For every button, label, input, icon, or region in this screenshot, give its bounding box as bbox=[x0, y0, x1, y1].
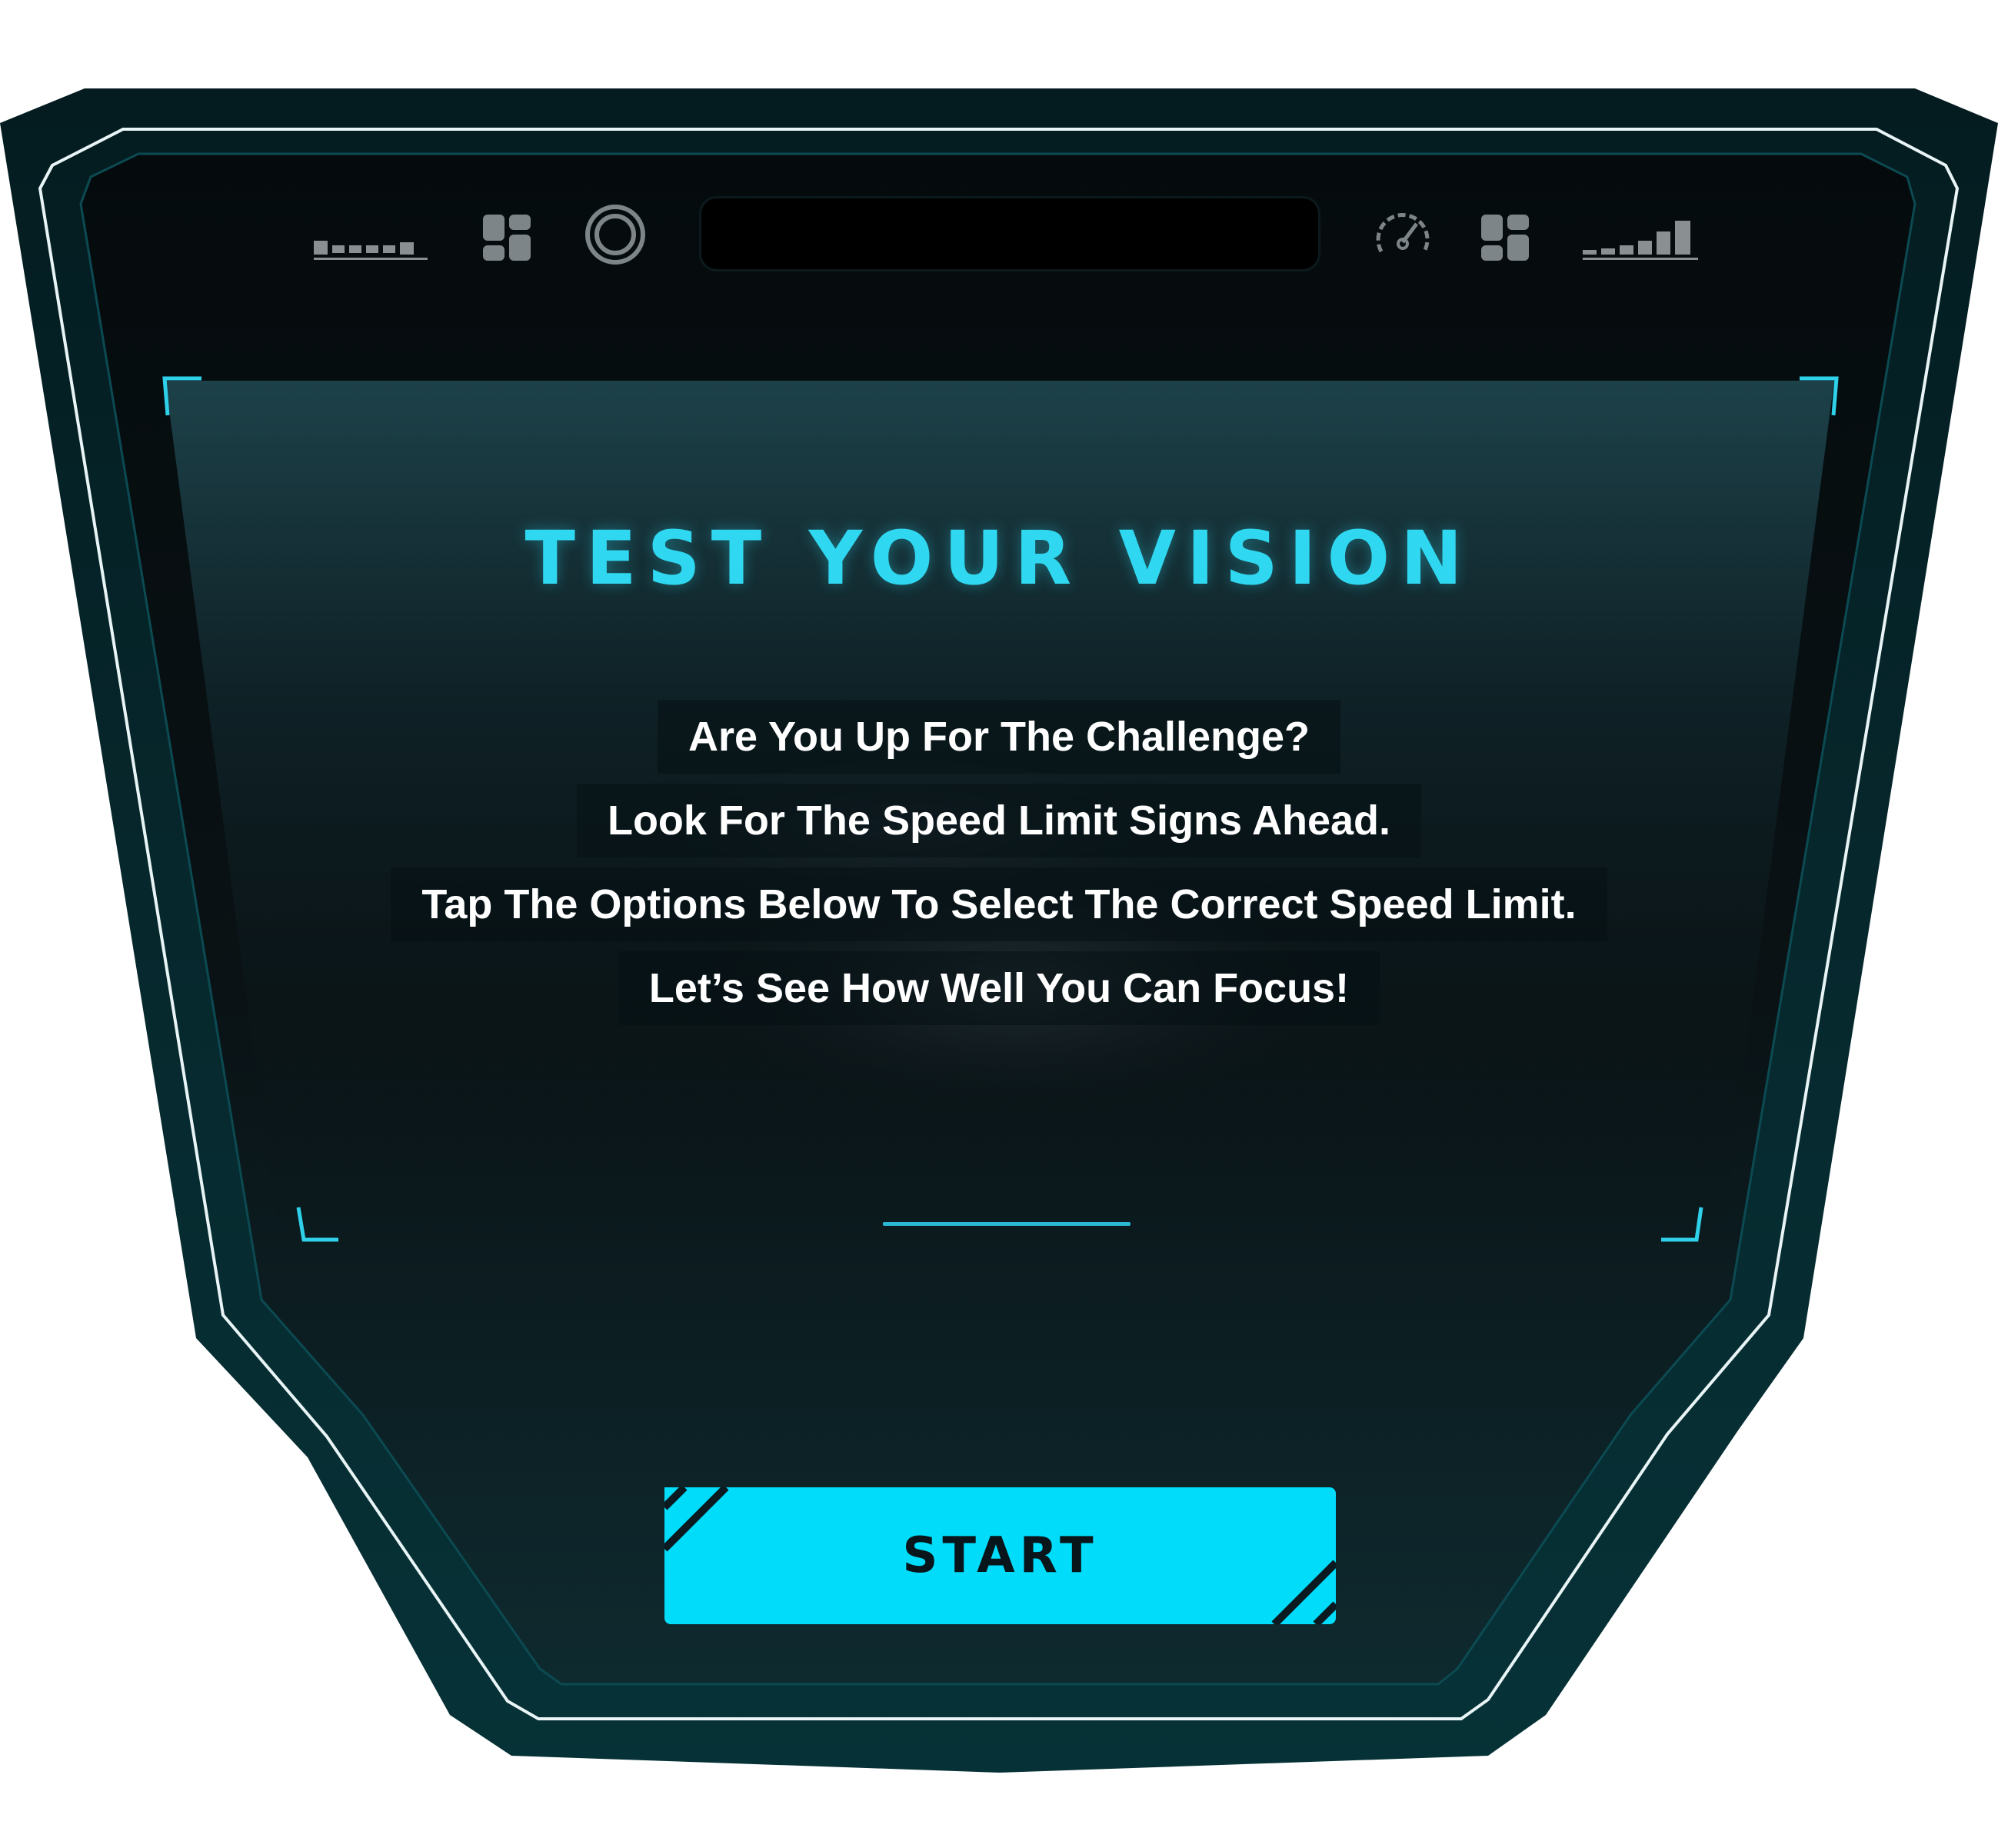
display-slot bbox=[701, 198, 1318, 269]
grid-tiles-icon bbox=[481, 196, 535, 265]
grid-tiles-icon bbox=[1480, 196, 1533, 265]
start-button-label: START bbox=[902, 1527, 1098, 1584]
signal-bars-flat-icon bbox=[312, 196, 431, 265]
intro-line: Let’s See How Well You Can Focus! bbox=[618, 951, 1380, 1025]
divider bbox=[883, 1222, 1131, 1226]
page-title: TEST YOUR VISION bbox=[524, 515, 1474, 601]
target-ring-icon[interactable] bbox=[583, 196, 648, 265]
speedometer-icon[interactable] bbox=[1374, 196, 1432, 265]
intro-text: Are You Up For The Challenge? Look For T… bbox=[0, 700, 1998, 1035]
start-button[interactable]: START bbox=[664, 1487, 1336, 1624]
signal-bars-rising-icon bbox=[1581, 196, 1701, 265]
intro-line: Look For The Speed Limit Signs Ahead. bbox=[576, 784, 1422, 857]
intro-line: Are You Up For The Challenge? bbox=[657, 700, 1341, 774]
intro-line: Tap The Options Below To Select The Corr… bbox=[391, 867, 1607, 941]
